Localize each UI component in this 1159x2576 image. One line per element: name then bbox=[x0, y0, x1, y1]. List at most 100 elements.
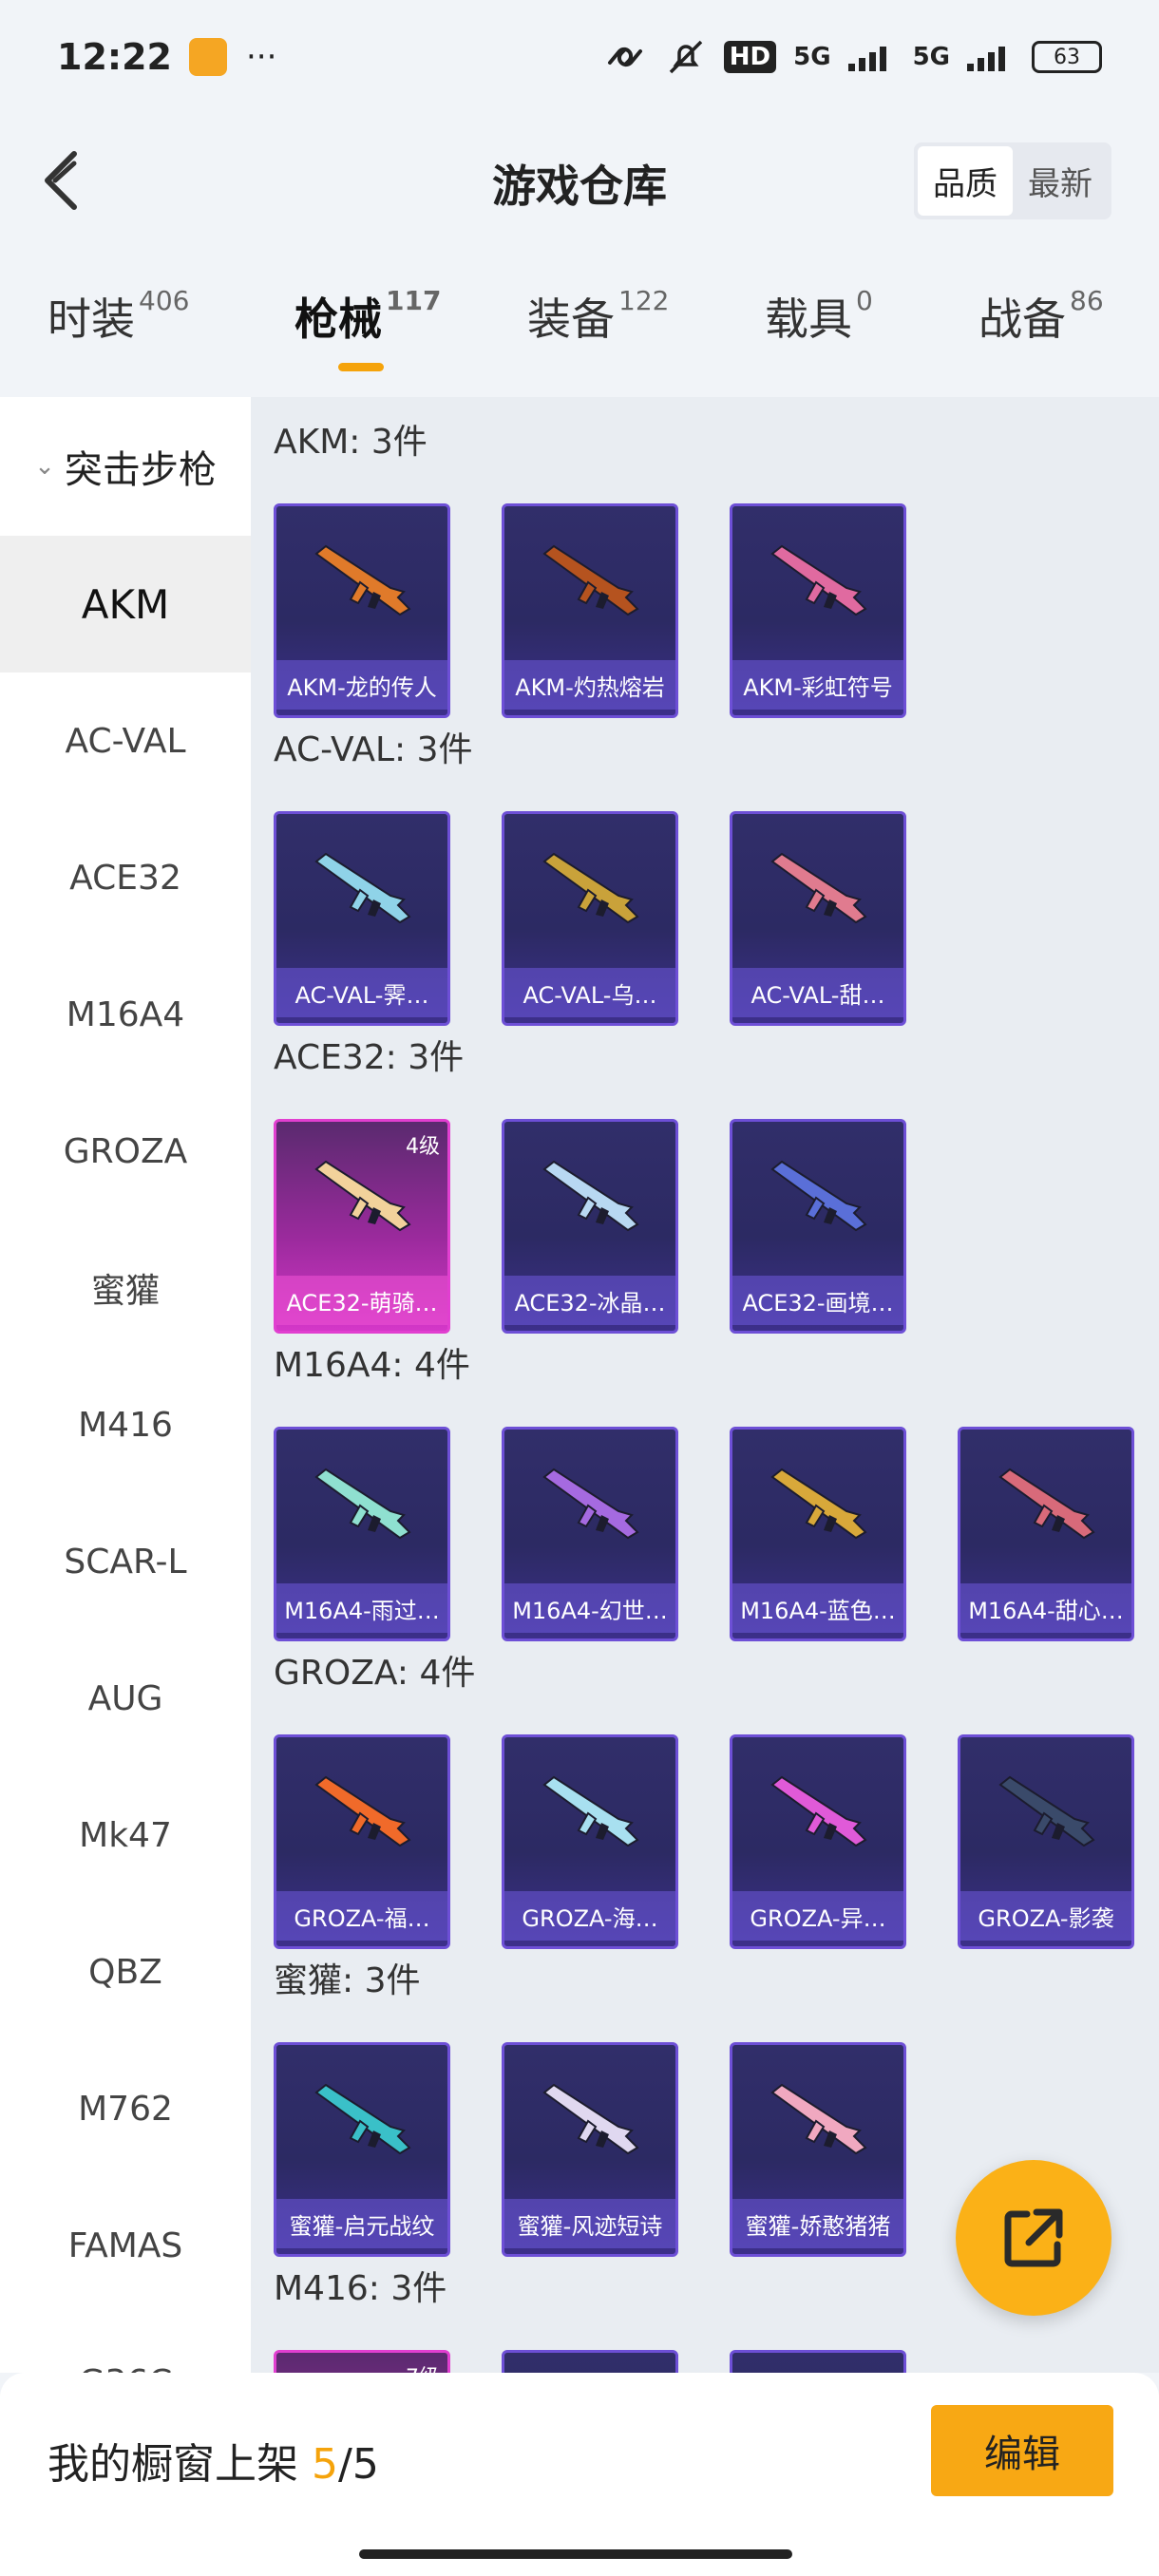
sidebar-item[interactable]: M762 bbox=[0, 2040, 251, 2177]
weapon-type-sidebar: ⌄ 突击步枪 AKM AC-VAL ACE32 M16A4 GROZA 蜜獾 M416 SCA… bbox=[0, 397, 251, 2402]
group-title: M16A4: 4件 bbox=[274, 1346, 470, 1385]
home-indicator bbox=[359, 2549, 792, 2559]
gun-skin-icon bbox=[770, 544, 867, 616]
showcase-current: 5 bbox=[312, 2440, 338, 2489]
gun-skin-icon bbox=[314, 852, 411, 924]
gun-skin-icon bbox=[314, 544, 411, 616]
weapon-name: M16A4-甜心… bbox=[960, 1583, 1131, 1633]
sidebar-item[interactable]: M416 bbox=[0, 1356, 251, 1493]
share-button[interactable] bbox=[956, 2160, 1112, 2316]
signal-icon-2 bbox=[967, 43, 1015, 71]
sort-latest-button[interactable]: 最新 bbox=[1013, 146, 1108, 216]
weapon-card[interactable]: AC-VAL-甜… bbox=[730, 811, 906, 1026]
weapon-card[interactable] bbox=[502, 2350, 678, 2373]
level-badge: 7级 bbox=[406, 2360, 440, 2373]
weapon-name: ACE32-冰晶… bbox=[504, 1276, 675, 1325]
sidebar-list: AKM AC-VAL ACE32 M16A4 GROZA 蜜獾 M416 SCAR-L AUG M… bbox=[0, 536, 251, 2451]
weapon-card[interactable]: 蜜獾-风迹短诗 bbox=[502, 2042, 678, 2257]
tab-count: 122 bbox=[618, 285, 670, 316]
sidebar-item[interactable]: ACE32 bbox=[0, 809, 251, 946]
status-more: ··· bbox=[245, 38, 277, 76]
weapon-card[interactable]: 7级 bbox=[274, 2350, 450, 2373]
sidebar-item[interactable]: AUG bbox=[0, 1630, 251, 1767]
link-icon bbox=[607, 47, 642, 67]
tab-equipment[interactable]: 装备 122 bbox=[527, 285, 669, 348]
status-time: 12:22 bbox=[57, 36, 172, 78]
weapon-name: AKM-龙的传人 bbox=[276, 660, 447, 710]
weapon-card[interactable]: ACE32-冰晶… bbox=[502, 1119, 678, 1334]
tab-count: 0 bbox=[856, 285, 873, 316]
weapon-card[interactable]: 蜜獾-娇憨猪猪 bbox=[730, 2042, 906, 2257]
sort-quality-button[interactable]: 品质 bbox=[918, 146, 1013, 216]
group-title: GROZA: 4件 bbox=[274, 1654, 476, 1693]
tab-vehicles[interactable]: 载具 0 bbox=[765, 285, 873, 348]
weapon-card[interactable]: 4级 ACE32-萌骑… bbox=[274, 1119, 450, 1334]
weapon-card[interactable]: AKM-龙的传人 bbox=[274, 503, 450, 718]
weapon-name: 蜜獾-启元战纹 bbox=[276, 2199, 447, 2248]
gun-skin-icon bbox=[770, 1160, 867, 1232]
sidebar-item[interactable]: AC-VAL bbox=[0, 672, 251, 809]
weapon-card[interactable]: GROZA-异… bbox=[730, 1734, 906, 1949]
weapon-card[interactable]: M16A4-甜心… bbox=[958, 1427, 1134, 1641]
network-5g-2: 5G bbox=[912, 43, 950, 71]
tab-guns[interactable]: 枪械 117 bbox=[294, 285, 441, 348]
sidebar-item[interactable]: AKM bbox=[0, 536, 251, 672]
active-tab-indicator bbox=[338, 363, 384, 371]
sidebar-item[interactable]: FAMAS bbox=[0, 2177, 251, 2314]
weapon-name: GROZA-异… bbox=[732, 1891, 903, 1941]
showcase-total: /5 bbox=[338, 2440, 379, 2489]
gun-skin-icon bbox=[542, 544, 639, 616]
sort-toggle: 品质 最新 bbox=[914, 142, 1112, 219]
weapon-grid: AKM: 3件 AKM-龙的传人 AKM-灼热熔岩 AKM-彩虹符号 AC-VAL: 3… bbox=[251, 397, 1159, 2373]
app-notification-icon bbox=[188, 38, 227, 76]
mute-bell-icon bbox=[669, 40, 703, 74]
weapon-card[interactable]: 蜜獾-启元战纹 bbox=[274, 2042, 450, 2257]
weapon-card[interactable] bbox=[730, 2350, 906, 2373]
tab-supplies[interactable]: 战备 86 bbox=[978, 285, 1104, 348]
sidebar-item[interactable]: 蜜獾 bbox=[0, 1220, 251, 1356]
weapon-card[interactable]: M16A4-雨过… bbox=[274, 1427, 450, 1641]
gun-skin-icon bbox=[770, 1775, 867, 1847]
gun-skin-icon bbox=[770, 1468, 867, 1540]
level-badge: 4级 bbox=[406, 1135, 440, 1159]
weapon-card[interactable]: GROZA-福… bbox=[274, 1734, 450, 1949]
battery-icon: 63 bbox=[1032, 41, 1102, 73]
weapon-card[interactable]: AC-VAL-乌… bbox=[502, 811, 678, 1026]
edit-button[interactable]: 编辑 bbox=[931, 2405, 1113, 2496]
tab-label: 时装 bbox=[48, 294, 135, 345]
weapon-card[interactable]: AKM-灼热熔岩 bbox=[502, 503, 678, 718]
weapon-card[interactable]: M16A4-蓝色… bbox=[730, 1427, 906, 1641]
weapon-card[interactable]: ACE32-画境… bbox=[730, 1119, 906, 1334]
gun-skin-icon bbox=[770, 852, 867, 924]
gun-skin-icon bbox=[770, 2083, 867, 2155]
sidebar-category-header[interactable]: ⌄ 突击步枪 bbox=[0, 397, 251, 536]
weapon-name: AC-VAL-霁… bbox=[276, 968, 447, 1017]
sidebar-item[interactable]: SCAR-L bbox=[0, 1493, 251, 1630]
gun-skin-icon bbox=[314, 1775, 411, 1847]
weapon-card[interactable]: AKM-彩虹符号 bbox=[730, 503, 906, 718]
sidebar-item[interactable]: M16A4 bbox=[0, 946, 251, 1083]
showcase-text: 我的橱窗上架 bbox=[48, 2440, 312, 2489]
showcase-bar: 我的橱窗上架 5/5 编辑 bbox=[0, 2373, 1159, 2576]
sidebar-item[interactable]: GROZA bbox=[0, 1083, 251, 1220]
tab-label: 载具 bbox=[765, 294, 852, 345]
gun-skin-icon bbox=[542, 852, 639, 924]
weapon-name: GROZA-影袭 bbox=[960, 1891, 1131, 1941]
sidebar-item[interactable]: Mk47 bbox=[0, 1767, 251, 1904]
tab-count: 117 bbox=[386, 285, 442, 316]
weapon-card[interactable]: M16A4-幻世… bbox=[502, 1427, 678, 1641]
weapon-name: 蜜獾-娇憨猪猪 bbox=[732, 2199, 903, 2248]
weapon-name: M16A4-幻世… bbox=[504, 1583, 675, 1633]
sidebar-item[interactable]: QBZ bbox=[0, 1904, 251, 2040]
weapon-card[interactable]: AC-VAL-霁… bbox=[274, 811, 450, 1026]
weapon-card[interactable]: GROZA-影袭 bbox=[958, 1734, 1134, 1949]
gun-skin-icon bbox=[542, 1775, 639, 1847]
weapon-name: 蜜獾-风迹短诗 bbox=[504, 2199, 675, 2248]
tab-label: 装备 bbox=[527, 294, 615, 345]
group-title: M416: 3件 bbox=[274, 2269, 447, 2308]
weapon-card[interactable]: GROZA-海… bbox=[502, 1734, 678, 1949]
tab-count: 406 bbox=[139, 285, 190, 316]
tab-fashion[interactable]: 时装 406 bbox=[48, 285, 189, 348]
gun-skin-icon bbox=[998, 1468, 1095, 1540]
weapon-name: AC-VAL-甜… bbox=[732, 968, 903, 1017]
